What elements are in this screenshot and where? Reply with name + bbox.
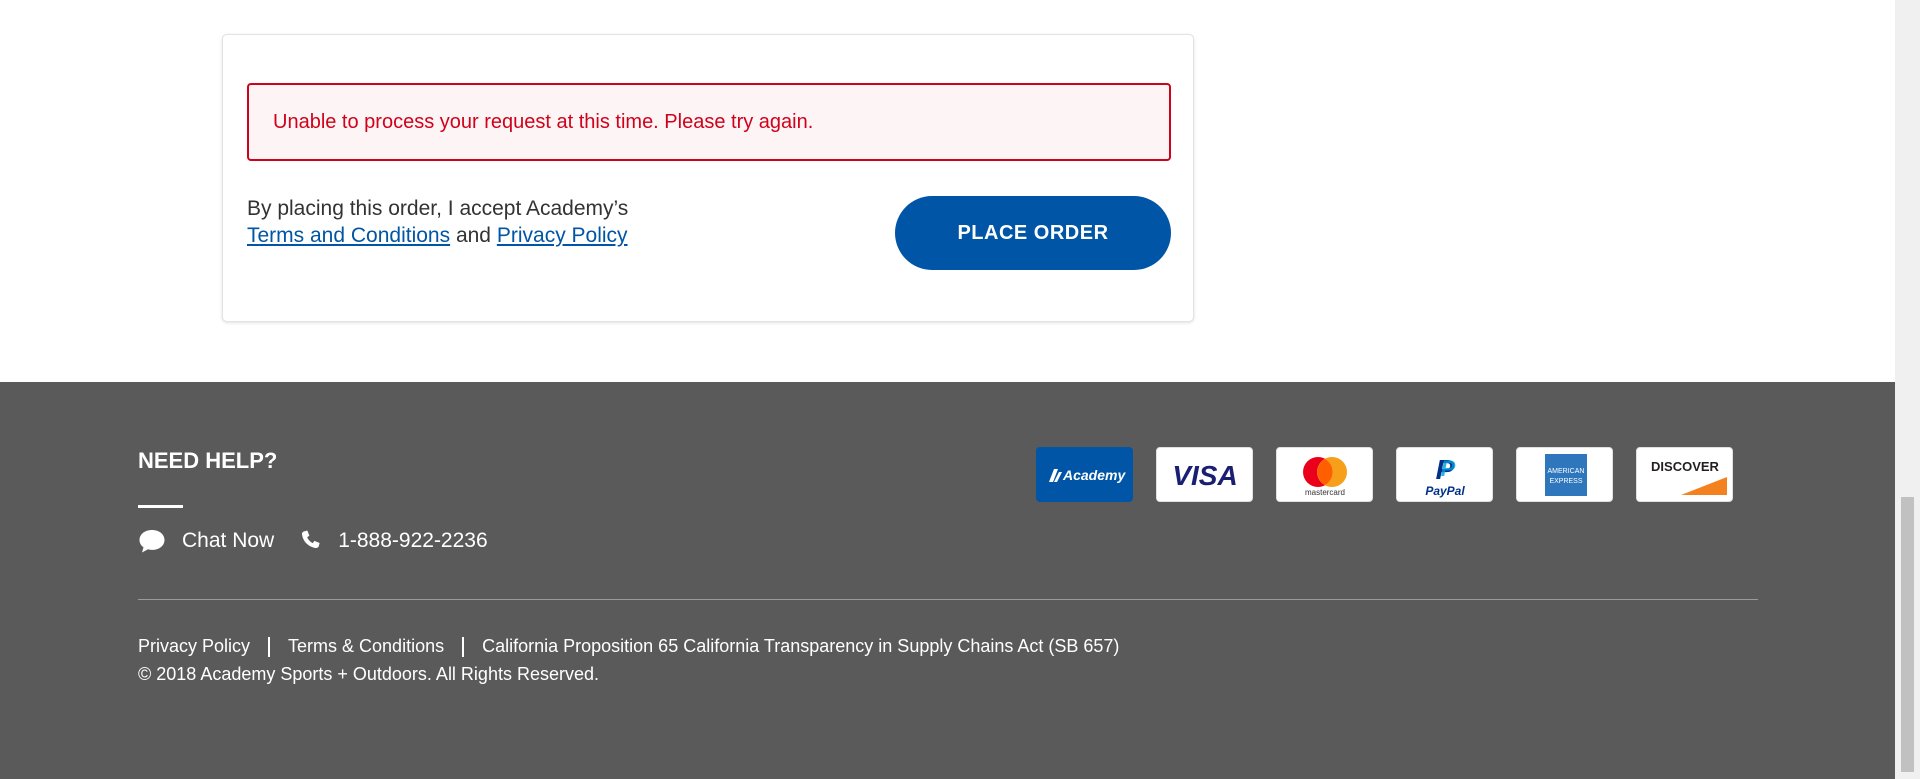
svg-text:Academy: Academy <box>1062 467 1126 483</box>
footer-terms-conditions-link[interactable]: Terms & Conditions <box>288 636 444 657</box>
discover-logo: DISCOVER <box>1636 447 1733 502</box>
legal-links: Privacy Policy Terms & Conditions Califo… <box>138 636 1119 657</box>
error-message: Unable to process your request at this t… <box>273 110 814 133</box>
footer-privacy-policy-link[interactable]: Privacy Policy <box>138 636 250 657</box>
mastercard-logo: mastercard <box>1276 447 1373 502</box>
svg-text:PayPal: PayPal <box>1425 484 1465 498</box>
discover-icon: DISCOVER <box>1651 459 1727 495</box>
footer: NEED HELP? Chat Now 1-888-922-2236 Acade… <box>0 382 1895 779</box>
paypal-logo: P P PayPal <box>1396 447 1493 502</box>
and-text: and <box>455 224 491 247</box>
chat-bubble-icon <box>139 530 165 553</box>
amex-logo: AMERICAN EXPRESS <box>1516 447 1613 502</box>
place-order-button[interactable]: PLACE ORDER <box>895 196 1171 270</box>
copyright-text: © 2018 Academy Sports + Outdoors. All Ri… <box>138 664 599 684</box>
page: Unable to process your request at this t… <box>0 0 1920 779</box>
svg-text:VISA: VISA <box>1172 460 1237 491</box>
order-acceptance-text: By placing this order, I accept Academy’… <box>247 195 628 249</box>
help-contacts: Chat Now 1-888-922-2236 <box>138 528 512 554</box>
checkout-content: Unable to process your request at this t… <box>0 0 1895 382</box>
chat-now-label: Chat Now <box>182 529 275 552</box>
footer-divider <box>138 599 1758 600</box>
visa-logo: VISA <box>1156 447 1253 502</box>
paypal-icon: P P PayPal <box>1425 454 1465 498</box>
payment-methods: Academy VISA mastercard P P PayPal AMERI… <box>1036 447 1733 502</box>
vertical-scrollbar[interactable] <box>1895 0 1920 779</box>
place-order-card: Unable to process your request at this t… <box>222 34 1194 322</box>
link-separator <box>462 636 465 657</box>
terms-and-conditions-link[interactable]: Terms and Conditions <box>247 224 450 247</box>
heading-underline <box>138 505 183 508</box>
link-separator <box>268 636 271 657</box>
acceptance-prefix: By placing this order, I accept Academy’… <box>247 197 629 220</box>
scrollbar-thumb[interactable] <box>1901 497 1914 772</box>
phone-icon <box>302 530 320 549</box>
mastercard-icon: mastercard <box>1302 456 1347 497</box>
phone-link[interactable]: 1-888-922-2236 <box>298 529 488 553</box>
academy-card-logo: Academy <box>1036 447 1133 502</box>
svg-text:EXPRESS: EXPRESS <box>1549 478 1582 485</box>
svg-text:mastercard: mastercard <box>1304 488 1344 497</box>
error-alert: Unable to process your request at this t… <box>247 83 1171 161</box>
amex-icon: AMERICAN EXPRESS <box>1544 453 1587 496</box>
academy-logo-icon: Academy <box>1048 467 1126 483</box>
svg-text:AMERICAN: AMERICAN <box>1547 468 1584 475</box>
chat-now-link[interactable]: Chat Now <box>138 528 274 554</box>
privacy-policy-link[interactable]: Privacy Policy <box>497 224 628 247</box>
visa-icon: VISA <box>1172 460 1237 491</box>
phone-number: 1-888-922-2236 <box>338 529 488 552</box>
svg-text:DISCOVER: DISCOVER <box>1651 459 1720 474</box>
need-help-heading: NEED HELP? <box>138 448 278 473</box>
svg-text:P: P <box>1440 456 1455 481</box>
california-prop65-link[interactable]: California Proposition 65 California Tra… <box>482 636 1119 657</box>
